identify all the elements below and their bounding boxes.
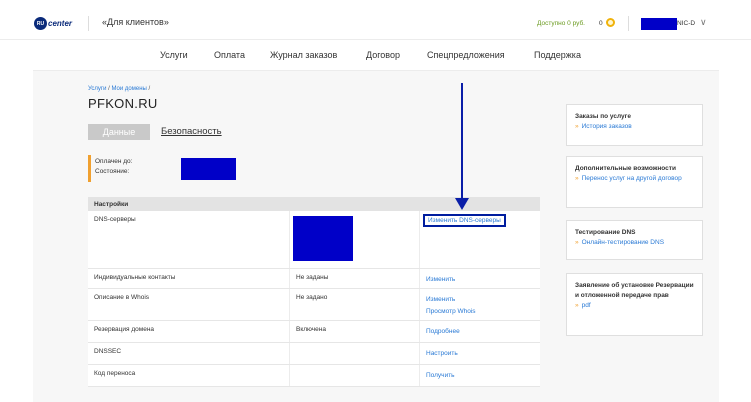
redacted-dns-servers — [293, 216, 353, 261]
settings-table: Настройки DNS-серверы Изменить DNS-серве… — [88, 197, 540, 387]
breadcrumb: Услуги / Мои домены / — [88, 86, 150, 92]
bullet-icon: » — [575, 123, 579, 130]
annotation-arrow-head — [455, 198, 469, 210]
tab-data[interactable]: Данные — [88, 124, 150, 140]
column-divider — [289, 321, 290, 342]
sidebar-box-title: Заявление об установке Резервации и отло… — [575, 282, 694, 299]
page-title: PFKON.RU — [88, 96, 158, 111]
row-actions: Изменить — [426, 274, 455, 286]
user-account-menu[interactable]: NIC-D — [677, 20, 695, 27]
paid-until-label: Оплачен до: — [95, 158, 133, 165]
row-value: Не заданы — [296, 274, 329, 281]
sidebar-link[interactable]: » pdf — [575, 301, 694, 311]
column-divider — [289, 365, 290, 386]
row-label: Код переноса — [94, 370, 136, 377]
cart-count[interactable]: 0 — [599, 20, 603, 27]
column-divider — [419, 269, 420, 288]
main-nav: Услуги Оплата Журнал заказов Договор Спе… — [0, 50, 751, 64]
logo[interactable]: RU center — [34, 17, 72, 30]
table-row-whois: Описание в Whois Не задано Изменить Прос… — [88, 289, 540, 321]
row-value: Включена — [296, 326, 326, 333]
row-label: Описание в Whois — [94, 294, 150, 301]
column-divider — [289, 343, 290, 364]
breadcrumb-item-services[interactable]: Услуги — [88, 86, 106, 92]
nav-item-contract[interactable]: Договор — [366, 50, 400, 60]
sidebar-link[interactable]: » История заказов — [575, 122, 694, 132]
bullet-icon: » — [575, 175, 579, 182]
column-divider — [289, 211, 290, 268]
sidebar-box-orders: Заказы по услуге » История заказов — [566, 104, 703, 146]
table-row-transfer-code: Код переноса Получить — [88, 365, 540, 387]
sidebar-link[interactable]: » Онлайн-тестирование DNS — [575, 238, 694, 248]
change-contacts-link[interactable]: Изменить — [426, 274, 455, 286]
get-transfer-code-link[interactable]: Получить — [426, 370, 455, 382]
online-dns-test-link[interactable]: Онлайн-тестирование DNS — [582, 238, 664, 248]
coin-icon[interactable] — [606, 18, 615, 27]
table-row-dnssec: DNSSEC Настроить — [88, 343, 540, 365]
row-label: Резервация домена — [94, 326, 155, 333]
annotation-arrow-line — [461, 83, 463, 200]
breadcrumb-item-domains[interactable]: Мои домены — [111, 86, 146, 92]
divider — [88, 16, 89, 31]
logo-mark: RU — [34, 17, 47, 30]
sidebar-box-title: Дополнительные возможности — [575, 165, 676, 172]
tab-security[interactable]: Безопасность — [161, 126, 222, 137]
pdf-link[interactable]: pdf — [582, 301, 591, 311]
sidebar-box-dns-test: Тестирование DNS » Онлайн-тестирование D… — [566, 220, 703, 260]
breadcrumb-separator: / — [148, 86, 151, 92]
table-row-reservation: Резервация домена Включена Подробнее — [88, 321, 540, 343]
state-label: Состояние: — [95, 168, 130, 175]
order-history-link[interactable]: История заказов — [582, 122, 632, 132]
table-row-contacts: Индивидуальные контакты Не заданы Измени… — [88, 269, 540, 289]
divider — [628, 16, 629, 31]
settings-table-header: Настройки — [88, 197, 540, 211]
sidebar-box-extra: Дополнительные возможности » Перенос усл… — [566, 156, 703, 208]
sidebar-link[interactable]: » Перенос услуг на другой договор — [575, 174, 694, 184]
configure-dnssec-link[interactable]: Настроить — [426, 348, 458, 360]
bullet-icon: » — [575, 302, 579, 309]
column-divider — [419, 321, 420, 342]
sidebar-box-statement: Заявление об установке Резервации и отло… — [566, 273, 703, 336]
redacted-user-name — [641, 18, 677, 30]
row-actions: Подробнее — [426, 326, 460, 338]
sidebar-box-title: Заказы по услуге — [575, 113, 631, 120]
column-divider — [419, 343, 420, 364]
balance-link[interactable]: Доступно 0 руб. — [537, 20, 585, 27]
column-divider — [289, 269, 290, 288]
row-label: Индивидуальные контакты — [94, 274, 176, 281]
row-label: DNS-серверы — [94, 216, 136, 223]
column-divider — [419, 365, 420, 386]
chevron-down-icon[interactable]: ∨ — [700, 17, 707, 28]
table-row-dns: DNS-серверы Изменить DNS-серверы — [88, 211, 540, 269]
logo-text: center — [48, 19, 73, 28]
breadcrumb-separator: / — [108, 86, 110, 92]
column-divider — [419, 289, 420, 320]
nav-item-support[interactable]: Поддержка — [534, 50, 581, 60]
nav-item-payment[interactable]: Оплата — [214, 50, 245, 60]
bullet-icon: » — [575, 239, 579, 246]
top-bar: RU center «Для клиентов» Доступно 0 руб.… — [0, 0, 751, 40]
row-label: DNSSEC — [94, 348, 122, 355]
change-whois-link[interactable]: Изменить — [426, 294, 476, 306]
redacted-status-values — [181, 158, 236, 180]
change-dns-servers-link[interactable]: Изменить DNS-серверы — [423, 214, 506, 227]
transfer-services-link[interactable]: Перенос услуг на другой договор — [582, 174, 682, 184]
clients-link[interactable]: «Для клиентов» — [102, 17, 169, 27]
nav-item-orders[interactable]: Журнал заказов — [270, 50, 337, 60]
reservation-details-link[interactable]: Подробнее — [426, 326, 460, 338]
nav-item-services[interactable]: Услуги — [160, 50, 188, 60]
row-value: Не задано — [296, 294, 328, 301]
view-whois-link[interactable]: Просмотр Whois — [426, 306, 476, 318]
row-actions: Изменить Просмотр Whois — [426, 294, 476, 318]
row-actions: Настроить — [426, 348, 458, 360]
column-divider — [419, 211, 420, 268]
row-actions: Получить — [426, 370, 455, 382]
column-divider — [289, 289, 290, 320]
nav-item-offers[interactable]: Спецпредложения — [427, 50, 505, 60]
sidebar-box-title: Тестирование DNS — [575, 229, 636, 236]
